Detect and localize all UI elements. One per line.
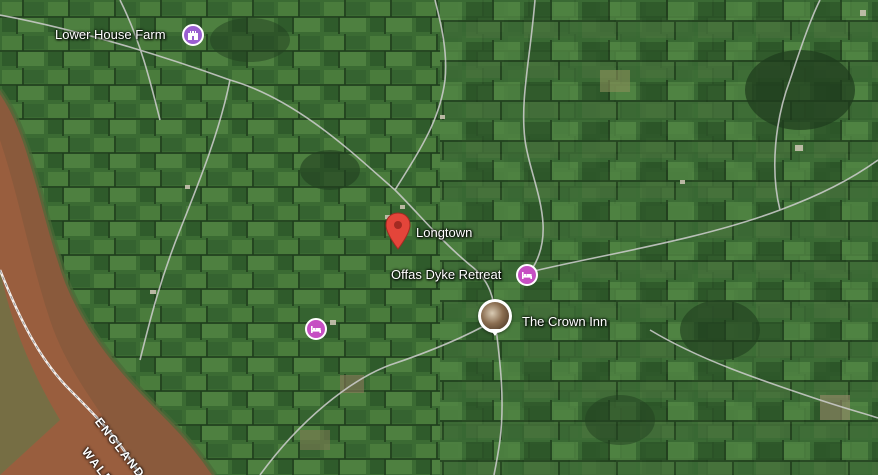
place-label-offas-dyke-retreat[interactable]: Offas Dyke Retreat — [391, 267, 501, 283]
bed-glyph — [311, 326, 321, 333]
place-label-longtown[interactable]: Longtown — [416, 225, 472, 241]
place-label-the-crown-inn[interactable]: The Crown Inn — [522, 314, 607, 330]
bed-icon[interactable] — [305, 318, 327, 340]
photo-pin-icon[interactable] — [478, 299, 512, 336]
red-location-pin-icon[interactable] — [385, 212, 411, 250]
photo-pin-tail — [490, 329, 500, 336]
castle-icon[interactable] — [182, 24, 204, 46]
photo-thumbnail — [481, 302, 509, 330]
bed-glyph — [522, 272, 532, 279]
place-label-lower-house-farm[interactable]: Lower House Farm — [55, 27, 166, 43]
bed-icon[interactable] — [516, 264, 538, 286]
map-canvas[interactable]: Lower House Farm Longtown Offas Dyke Ret… — [0, 0, 878, 475]
castle-glyph — [188, 31, 198, 40]
